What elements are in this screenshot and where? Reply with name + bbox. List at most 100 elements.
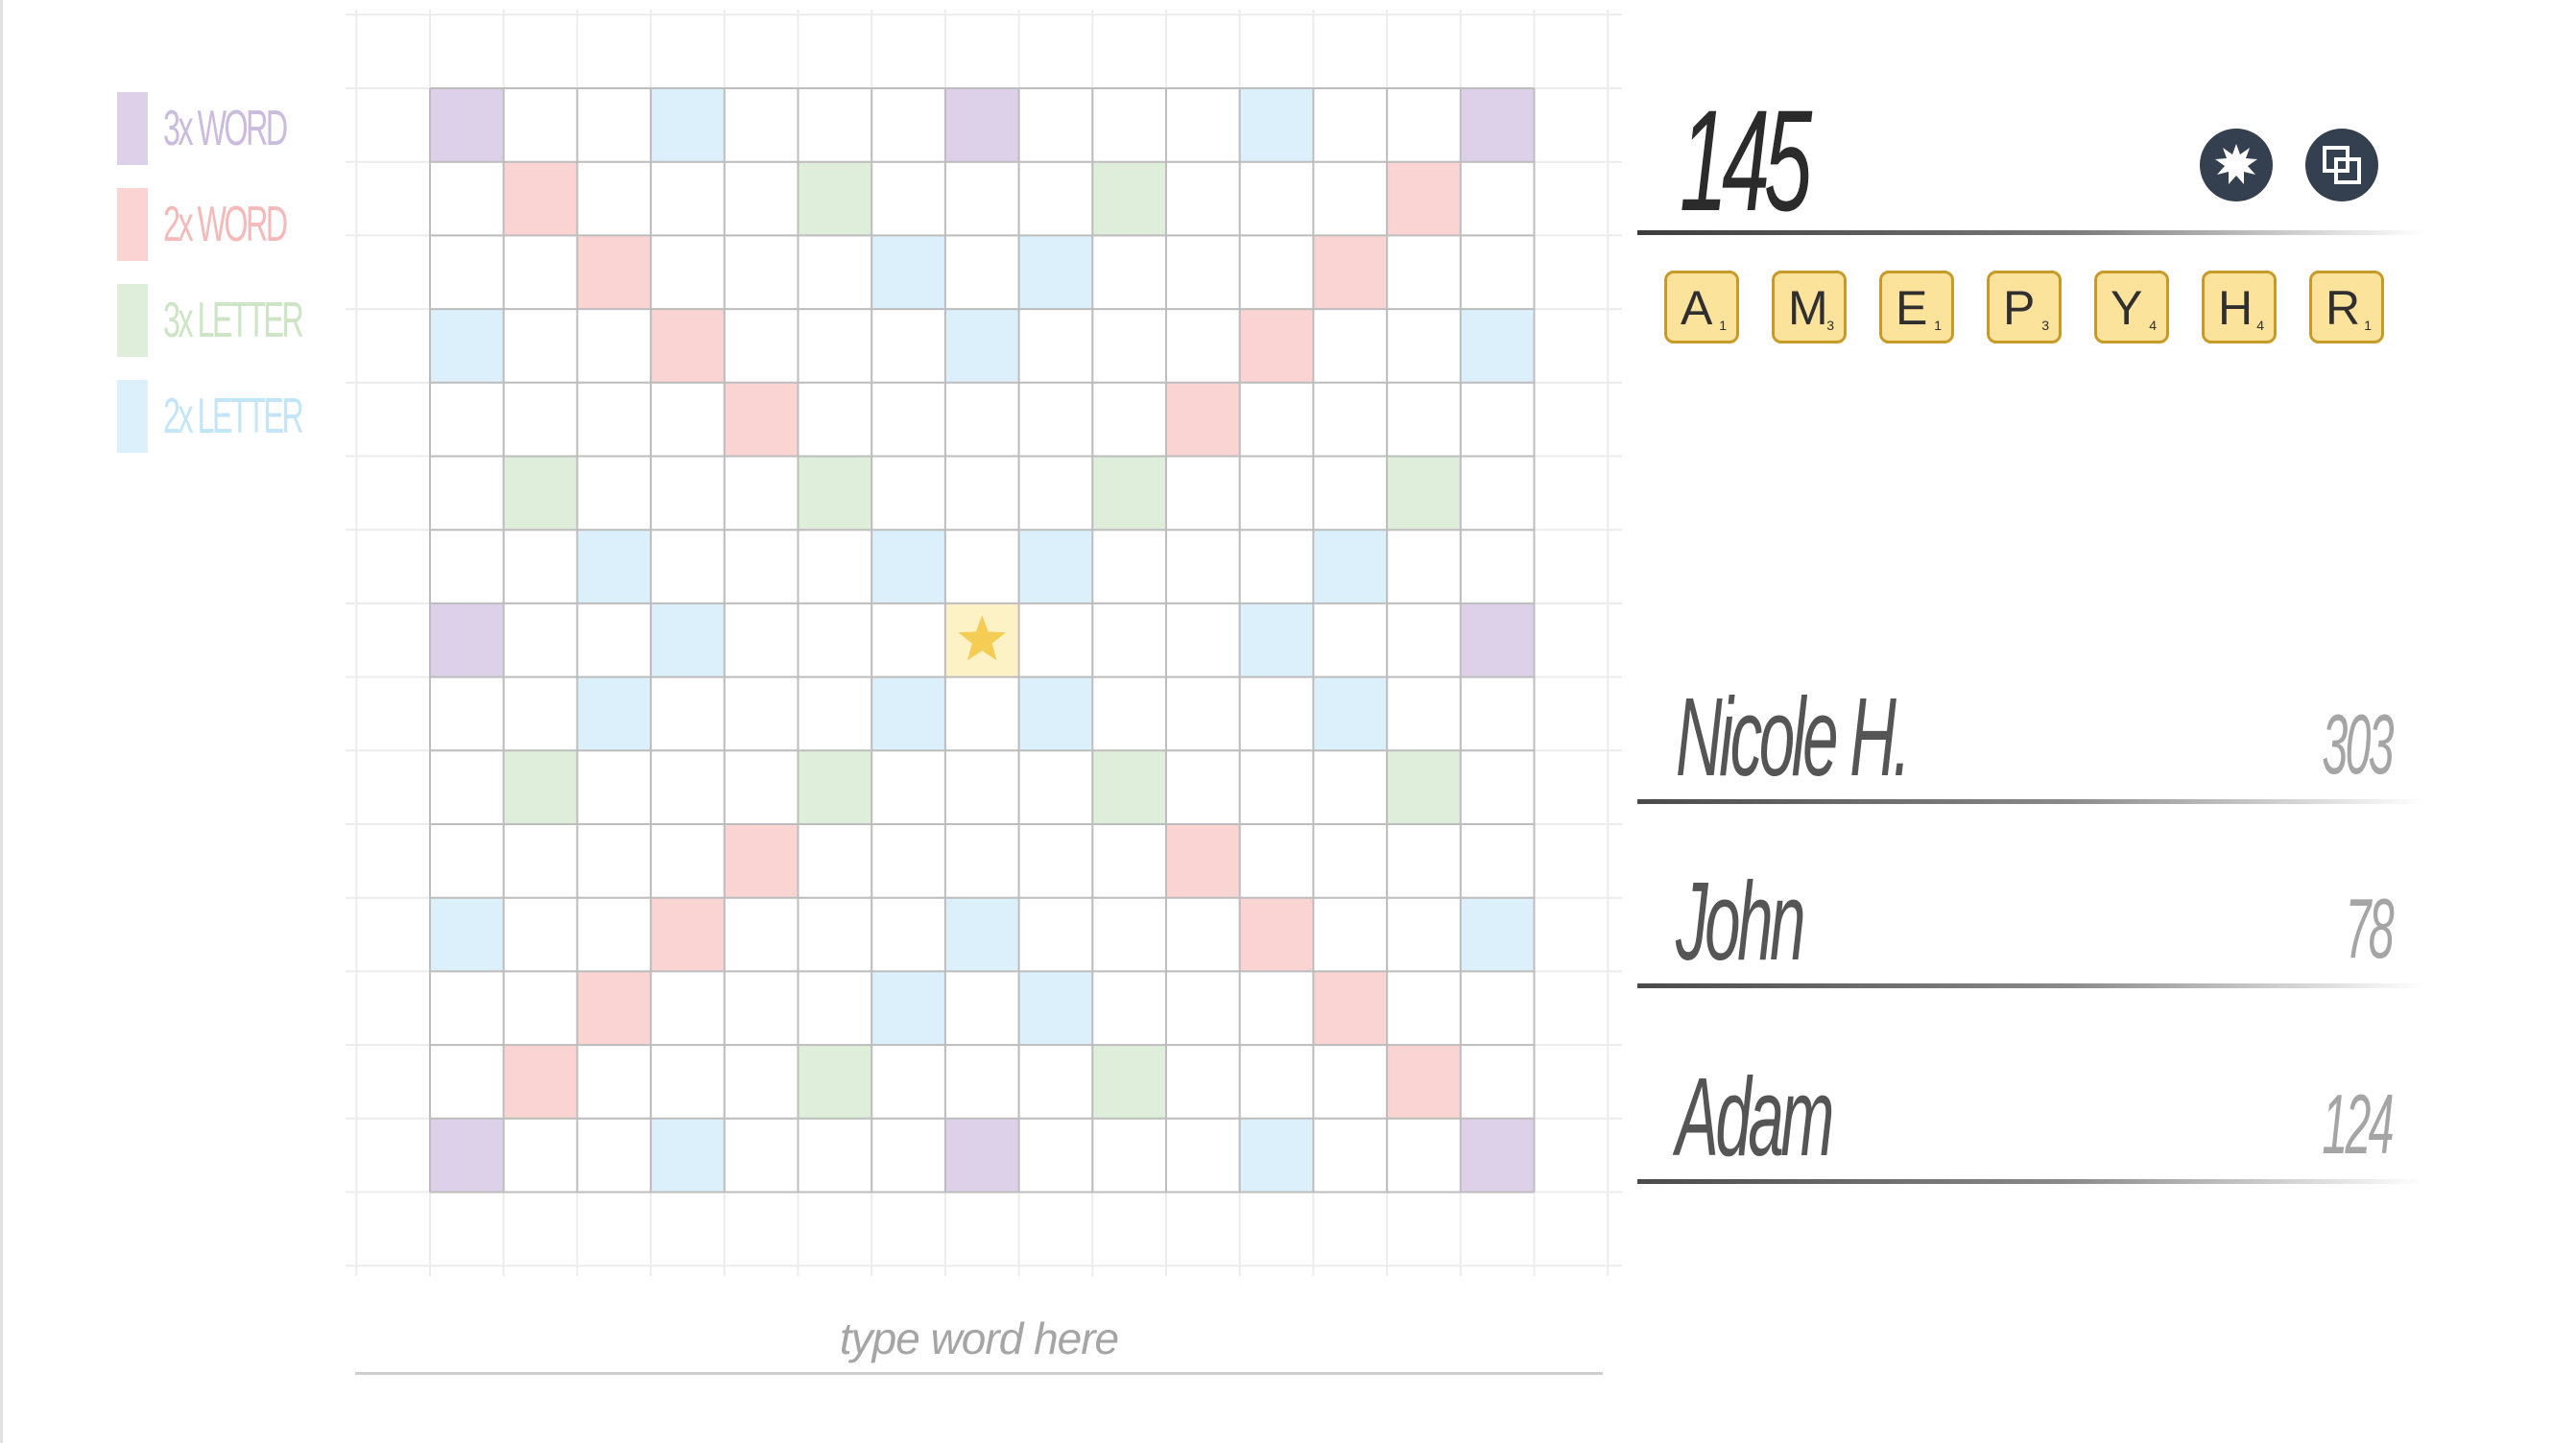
double-letter-square — [1460, 309, 1535, 383]
word-input[interactable] — [355, 1305, 1603, 1375]
double-word-square — [1387, 161, 1461, 236]
triple-letter-square — [1092, 1045, 1166, 1119]
double-word-square — [724, 382, 799, 457]
double-word-square — [577, 971, 652, 1046]
triple-word-square — [1460, 88, 1535, 162]
triple-letter-square — [1092, 750, 1166, 824]
tile-letter: Y — [2111, 281, 2143, 335]
triple-letter-square — [798, 161, 872, 236]
player-row: Adam 124 — [1637, 1059, 2424, 1184]
swap-icon — [2323, 146, 2361, 184]
double-letter-square — [651, 88, 725, 162]
tile-points: 4 — [2256, 318, 2264, 333]
double-letter-square — [651, 603, 725, 677]
double-letter-square — [944, 309, 1019, 383]
double-word-square — [651, 309, 725, 383]
tile-points: 1 — [1719, 318, 1727, 333]
triple-word-square — [430, 88, 504, 162]
player-row: John 78 — [1637, 863, 2424, 988]
rack-tile[interactable]: R 1 — [2309, 271, 2384, 343]
double-letter-square — [1239, 603, 1314, 677]
double-letter-square — [1018, 971, 1093, 1046]
triple-word-square — [430, 603, 504, 677]
double-letter-square — [871, 530, 945, 603]
score-divider — [1637, 230, 2424, 235]
triple-word-square — [430, 1118, 504, 1193]
double-letter-square — [1018, 676, 1093, 751]
triple-word-square — [944, 88, 1019, 162]
double-word-square — [1166, 382, 1240, 457]
tile-letter: P — [2003, 281, 2036, 335]
tile-points: 3 — [2041, 318, 2049, 333]
shuffle-button[interactable] — [2200, 129, 2273, 201]
player-score: 124 — [2322, 1076, 2394, 1171]
triple-letter-square — [503, 750, 578, 824]
player-row: Nicole H. 303 — [1637, 679, 2424, 804]
double-letter-square — [1239, 1118, 1314, 1193]
swap-button[interactable] — [2305, 129, 2378, 201]
double-word-square — [577, 235, 652, 310]
triple-letter-square — [798, 456, 872, 531]
triple-letter-square — [798, 1045, 872, 1119]
tile-letter: E — [1896, 281, 1928, 335]
triple-letter-square — [1387, 750, 1461, 824]
double-letter-square — [1239, 88, 1314, 162]
tile-letter: R — [2326, 281, 2361, 335]
double-word-square — [1313, 971, 1388, 1046]
double-letter-square — [577, 676, 652, 751]
double-letter-square — [1018, 530, 1093, 603]
tile-letter: M — [1788, 281, 1828, 335]
double-letter-square — [871, 971, 945, 1046]
player-name: John — [1676, 859, 1805, 983]
tile-points: 4 — [2149, 318, 2157, 333]
current-score: 145 — [1680, 80, 1812, 241]
double-word-square — [503, 161, 578, 236]
triple-letter-square — [798, 750, 872, 824]
double-letter-square — [430, 897, 504, 972]
rack-tile[interactable]: A 1 — [1664, 271, 1739, 343]
double-letter-square — [1018, 235, 1093, 310]
triple-word-square — [1460, 603, 1535, 677]
double-word-square — [503, 1045, 578, 1119]
double-word-square — [1313, 235, 1388, 310]
double-letter-square — [430, 309, 504, 383]
double-word-square — [1239, 897, 1314, 972]
double-letter-square — [944, 897, 1019, 972]
double-word-square — [651, 897, 725, 972]
tile-letter: H — [2218, 281, 2254, 335]
double-letter-square — [1460, 897, 1535, 972]
triple-letter-square — [1092, 456, 1166, 531]
double-word-square — [1166, 824, 1240, 898]
double-letter-square — [871, 235, 945, 310]
double-letter-square — [1313, 676, 1388, 751]
rack-tile[interactable]: H 4 — [2202, 271, 2277, 343]
board-grid — [346, 10, 1622, 1276]
triple-letter-square — [1092, 161, 1166, 236]
rack-tile[interactable]: P 3 — [1987, 271, 2062, 343]
double-letter-square — [651, 1118, 725, 1193]
tile-letter: A — [1681, 281, 1713, 335]
double-word-square — [1239, 309, 1314, 383]
burst-icon — [2215, 144, 2257, 184]
player-divider — [1637, 799, 2424, 804]
double-letter-square — [871, 676, 945, 751]
rack-tile[interactable]: E 1 — [1879, 271, 1954, 343]
player-name: Nicole H. — [1676, 674, 1911, 799]
player-divider — [1637, 1179, 2424, 1184]
triple-letter-square — [503, 456, 578, 531]
triple-letter-square — [1387, 456, 1461, 531]
triple-word-square — [1460, 1118, 1535, 1193]
player-name: Adam — [1676, 1054, 1834, 1179]
player-divider — [1637, 983, 2424, 988]
double-letter-square — [1313, 530, 1388, 603]
double-letter-square — [577, 530, 652, 603]
player-score: 303 — [2322, 697, 2394, 792]
tile-points: 1 — [1934, 318, 1942, 333]
rack-tile[interactable]: Y 4 — [2094, 271, 2169, 343]
triple-word-square — [944, 1118, 1019, 1193]
tile-points: 1 — [2364, 318, 2372, 333]
rack-tile[interactable]: M 3 — [1772, 271, 1847, 343]
tile-points: 3 — [1826, 318, 1834, 333]
double-word-square — [1387, 1045, 1461, 1119]
player-score: 78 — [2345, 881, 2395, 976]
